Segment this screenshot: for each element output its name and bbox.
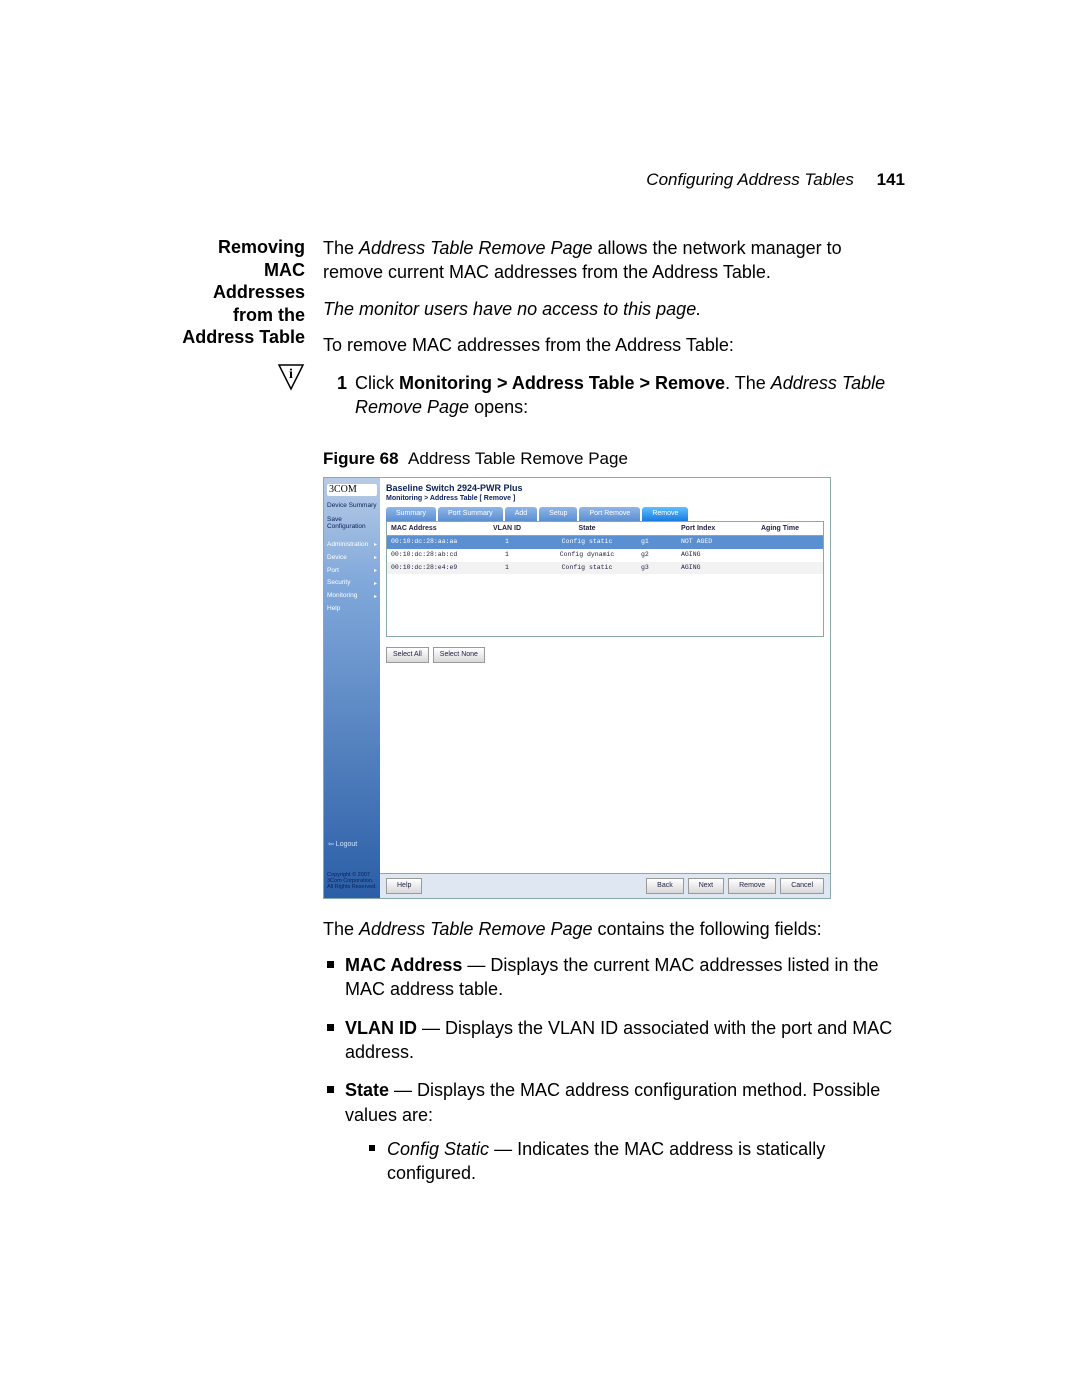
tab-summary[interactable]: Summary	[386, 507, 436, 520]
table-row[interactable]: 00:10:dc:28:e4:e9 1 Config static g3 AGI…	[387, 562, 823, 575]
fig-sidebar: 3COM Device Summary Save Configuration A…	[324, 478, 380, 898]
fig-main: Baseline Switch 2924-PWR Plus Monitoring…	[380, 478, 830, 898]
intro-note: The monitor users have no access to this…	[323, 297, 905, 321]
list-item: State — Displays the MAC address configu…	[323, 1078, 905, 1185]
figure-caption: Figure 68 Address Table Remove Page	[323, 448, 905, 471]
sidebar-item-device[interactable]: Device▸	[327, 554, 377, 563]
intro-paragraph-3: To remove MAC addresses from the Address…	[323, 333, 905, 357]
page: Configuring Address Tables 141 Removing …	[0, 0, 1080, 1397]
remove-button[interactable]: Remove	[728, 878, 776, 893]
list-item: Config Static — Indicates the MAC addres…	[367, 1137, 905, 1186]
logout-button[interactable]: ⇦ Logout	[328, 840, 357, 849]
col-mac-address: MAC Address	[387, 522, 477, 535]
table-row[interactable]: 00:10:dc:28:ab:cd 1 Config dynamic g2 AG…	[387, 549, 823, 562]
tab-port-remove[interactable]: Port Remove	[579, 507, 640, 520]
logo-3com: 3COM	[327, 484, 377, 496]
tab-add[interactable]: Add	[505, 507, 537, 520]
select-none-button[interactable]: Select None	[433, 647, 485, 662]
selection-buttons: Select All Select None	[380, 647, 830, 662]
running-header-page-number: 141	[877, 170, 905, 189]
sidebar-item-administration[interactable]: Administration▸	[327, 541, 377, 550]
fig-footer: Help Back Next Remove Cancel	[380, 873, 830, 897]
chevron-right-icon: ▸	[374, 567, 377, 575]
back-button[interactable]: Back	[646, 878, 684, 893]
info-icon: i	[277, 363, 305, 396]
intro-paragraph-1: The Address Table Remove Page allows the…	[323, 236, 905, 285]
address-table: MAC Address VLAN ID State Port Index Agi…	[386, 521, 824, 638]
body-column: The Address Table Remove Page allows the…	[323, 236, 905, 1199]
side-column: Removing MAC Addresses from the Address …	[175, 236, 323, 396]
list-item: MAC Address — Displays the current MAC a…	[323, 953, 905, 1002]
select-all-button[interactable]: Select All	[386, 647, 429, 662]
step-text: Click Monitoring > Address Table > Remov…	[355, 371, 905, 420]
help-button[interactable]: Help	[386, 878, 422, 893]
sidebar-item-device-summary[interactable]: Device Summary	[327, 502, 377, 510]
sidebar-item-help[interactable]: Help	[327, 605, 377, 614]
chevron-right-icon: ▸	[374, 593, 377, 601]
figure-screenshot: 3COM Device Summary Save Configuration A…	[323, 477, 831, 899]
breadcrumb: Monitoring > Address Table [ Remove ]	[380, 494, 830, 507]
section-heading: Removing MAC Addresses from the Address …	[175, 236, 305, 349]
sidebar-item-security[interactable]: Security▸	[327, 579, 377, 588]
tab-remove[interactable]: Remove	[642, 507, 688, 520]
step-1: 1 Click Monitoring > Address Table > Rem…	[323, 371, 905, 420]
content-row: Removing MAC Addresses from the Address …	[175, 236, 905, 1199]
chevron-right-icon: ▸	[374, 580, 377, 588]
svg-text:i: i	[289, 367, 293, 382]
sidebar-item-monitoring[interactable]: Monitoring▸	[327, 592, 377, 601]
sidebar-item-save-configuration[interactable]: Save Configuration	[327, 516, 377, 532]
running-header-title: Configuring Address Tables	[646, 170, 854, 189]
copyright-text: Copyright © 2007 3Com Corporation. All R…	[327, 872, 377, 890]
col-port	[637, 522, 677, 535]
tab-setup[interactable]: Setup	[539, 507, 577, 520]
step-number: 1	[323, 371, 347, 420]
list-item: VLAN ID — Displays the VLAN ID associate…	[323, 1016, 905, 1065]
fields-intro: The Address Table Remove Page contains t…	[323, 917, 905, 941]
col-port-index: Port Index	[677, 522, 757, 535]
chevron-right-icon: ▸	[374, 554, 377, 562]
sub-list: Config Static — Indicates the MAC addres…	[367, 1137, 905, 1186]
cancel-button[interactable]: Cancel	[780, 878, 824, 893]
sidebar-item-port[interactable]: Port▸	[327, 567, 377, 576]
col-vlan-id: VLAN ID	[477, 522, 537, 535]
after-figure-text: The Address Table Remove Page contains t…	[323, 917, 905, 1186]
next-button[interactable]: Next	[688, 878, 724, 893]
chevron-right-icon: ▸	[374, 541, 377, 549]
table-row[interactable]: 00:10:dc:28:aa:aa 1 Config static g1 NOT…	[387, 536, 823, 549]
table-header-row: MAC Address VLAN ID State Port Index Agi…	[387, 522, 823, 536]
running-header: Configuring Address Tables 141	[646, 170, 905, 190]
device-title: Baseline Switch 2924-PWR Plus	[380, 478, 830, 494]
col-state: State	[537, 522, 637, 535]
tab-bar: Summary Port Summary Add Setup Port Remo…	[380, 507, 830, 520]
tab-port-summary[interactable]: Port Summary	[438, 507, 503, 520]
fields-list: MAC Address — Displays the current MAC a…	[323, 953, 905, 1185]
col-aging-time: Aging Time	[757, 522, 823, 535]
